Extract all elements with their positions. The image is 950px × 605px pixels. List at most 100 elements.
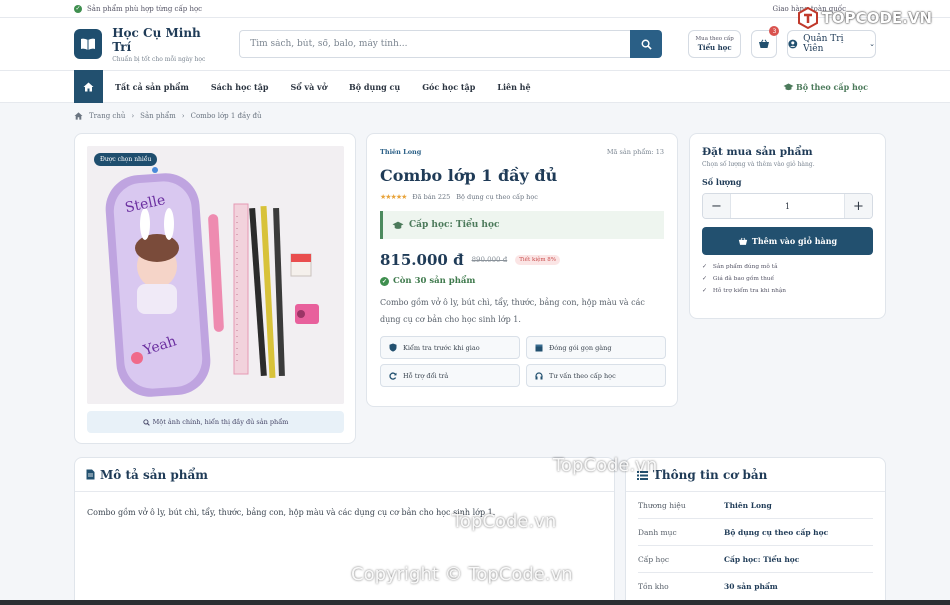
stock-status: ✓ Còn 30 sản phẩm — [380, 276, 664, 286]
table-row: Danh mục Bộ dụng cụ theo cấp học — [638, 519, 873, 546]
watermark-mid: TopCode.vn — [553, 455, 658, 476]
table-row: Tồn kho 30 sản phẩm — [638, 573, 873, 600]
headset-icon — [535, 371, 543, 379]
breadcrumb-products[interactable]: Sản phẩm — [140, 112, 176, 120]
home-button[interactable] — [74, 70, 103, 103]
description-title: Mô tả sản phẩm — [100, 467, 208, 482]
spec-value: Cấp học: Tiểu học — [724, 554, 800, 564]
table-row: Thương hiệu Thiên Long — [638, 492, 873, 519]
product-sku: Mã sản phẩm: 13 — [606, 148, 664, 156]
nav-all-products[interactable]: Tất cả sản phẩm — [115, 82, 189, 92]
description-header: Mô tả sản phẩm — [75, 458, 614, 492]
nav-notebooks[interactable]: Sổ và vở — [291, 82, 328, 92]
chevron-right-icon: › — [131, 112, 135, 120]
spec-value: Thiên Long — [724, 500, 772, 510]
discount-badge: Tiết kiệm 8% — [515, 255, 561, 265]
sold-count: Đã bán 225 — [412, 193, 451, 201]
check-circle-icon: ✓ — [74, 4, 82, 13]
brand-name: Học Cụ Minh Trí — [112, 25, 201, 54]
user-menu-button[interactable]: Quản Trị Viên ⌄ — [787, 30, 876, 58]
product-gallery: Stelle Yeah Được chọn nhiều Một ảnh chín… — [74, 133, 356, 444]
book-logo-icon[interactable] — [74, 29, 103, 59]
chevron-right-icon: › — [181, 112, 185, 120]
basket-icon — [738, 237, 748, 245]
nav-sets-by-level[interactable]: Bộ theo cấp học — [783, 82, 868, 92]
purchase-box: Đặt mua sản phẩm Chọn số lượng và thêm v… — [689, 133, 886, 319]
guarantee-item: ✓ Giá đã bao gồm thuế — [702, 276, 873, 282]
search-icon — [143, 418, 150, 426]
guarantee-text: Hỗ trợ kiểm tra khi nhận — [712, 288, 787, 294]
topcode-logo-text: TOPCODE.VN — [821, 9, 932, 27]
rating-stars-icon: ★★★★★ — [380, 193, 407, 201]
feature-return-label: Hỗ trợ đổi trả — [403, 371, 449, 380]
specs-table: Thương hiệu Thiên Long Danh mục Bộ dụng cụ… — [626, 492, 885, 600]
topcode-watermark-logo: TOPCODE.VN — [797, 7, 932, 29]
increase-button[interactable]: + — [845, 194, 872, 218]
shop-by-level-button[interactable]: Mua theo cấp Tiểu học — [688, 30, 742, 58]
table-row: Cấp học Cấp học: Tiểu học — [638, 546, 873, 573]
specs-title: Thông tin cơ bản — [653, 467, 768, 482]
spec-key: Tồn kho — [638, 582, 669, 591]
breadcrumb: Trang chủ › Sản phẩm › Combo lớp 1 đầy đ… — [74, 112, 262, 120]
quantity-stepper: − 1 + — [702, 193, 873, 219]
specs-header: Thông tin cơ bản — [626, 458, 885, 492]
graduation-cap-icon — [783, 83, 794, 90]
nav-study-corner[interactable]: Góc học tập — [422, 82, 475, 92]
search-button[interactable] — [630, 30, 663, 58]
breadcrumb-home[interactable]: Trang chủ — [89, 112, 125, 120]
spec-key: Danh mục — [638, 527, 677, 537]
spec-value: Bộ dụng cụ theo cấp học — [724, 527, 829, 537]
quantity-input[interactable]: 1 — [730, 194, 845, 218]
home-icon — [74, 112, 83, 120]
box-icon — [535, 344, 543, 351]
decrease-button[interactable]: − — [703, 194, 730, 218]
check-icon: ✓ — [702, 264, 707, 270]
current-price: 815.000 đ — [380, 251, 464, 269]
popular-tag: Được chọn nhiều — [94, 153, 158, 166]
feature-grid: Kiểm tra trước khi giao Đóng gói gọn gàn… — [380, 336, 666, 387]
feature-packing: Đóng gói gọn gàng — [526, 336, 666, 359]
guarantee-item: ✓ Hỗ trợ kiểm tra khi nhận — [702, 288, 873, 294]
breadcrumb-current: Combo lớp 1 đầy đủ — [190, 112, 262, 120]
purchase-title: Đặt mua sản phẩm — [702, 146, 813, 158]
feature-packing-label: Đóng gói gọn gàng — [549, 343, 612, 352]
search-icon — [641, 39, 652, 50]
guarantee-item: ✓ Sản phẩm đúng mô tả — [702, 264, 873, 270]
guarantee-text: Sản phẩm đúng mô tả — [712, 264, 778, 270]
shop-by-level-caption: Mua theo cấp — [695, 36, 734, 42]
search-input[interactable] — [239, 30, 631, 58]
watermark-copyright: Copyright © TopCode.vn — [351, 564, 573, 585]
feature-inspect: Kiểm tra trước khi giao — [380, 336, 520, 359]
cart-count-badge: 3 — [769, 26, 780, 36]
brand[interactable]: Học Cụ Minh Trí Chuẩn bị tốt cho mỗi ngà… — [112, 26, 217, 63]
product-info: Thiên Long Mã sản phẩm: 13 Combo lớp 1 đ… — [366, 133, 678, 407]
feature-inspect-label: Kiểm tra trước khi giao — [403, 343, 480, 352]
topcode-logo-icon — [797, 7, 818, 29]
nav-study-books[interactable]: Sách học tập — [211, 82, 269, 92]
level-banner: Cấp học: Tiểu học — [380, 211, 664, 239]
cart-button[interactable]: 3 — [751, 26, 780, 58]
refresh-icon — [389, 371, 397, 380]
add-to-cart-button[interactable]: Thêm vào giỏ hàng — [702, 227, 873, 255]
nav-contact[interactable]: Liên hệ — [497, 82, 530, 92]
nav-tool-kits[interactable]: Bộ dụng cụ — [349, 82, 400, 92]
feature-return: Hỗ trợ đổi trả — [380, 364, 520, 387]
specs-section: Thông tin cơ bản Thương hiệu Thiên Long D… — [625, 457, 886, 605]
feature-consult-label: Tư vấn theo cấp học — [549, 371, 616, 380]
home-icon — [83, 82, 94, 91]
file-text-icon — [86, 469, 95, 480]
main-nav: Tất cả sản phẩm Sách học tập Sổ và vở Bộ… — [0, 70, 950, 103]
shop-by-level-value: Tiểu học — [697, 43, 732, 52]
graduation-cap-icon — [392, 221, 404, 229]
basket-icon — [759, 39, 770, 48]
short-description: Combo gồm vở ô ly, bút chì, tẩy, thước, … — [380, 298, 645, 324]
check-circle-icon: ✓ — [380, 276, 389, 286]
check-icon: ✓ — [702, 276, 707, 282]
product-category: Bộ dụng cụ theo cấp học — [456, 193, 538, 201]
check-icon: ✓ — [702, 288, 707, 294]
product-brand[interactable]: Thiên Long — [380, 148, 421, 156]
bottom-edge-bar — [0, 600, 950, 605]
purchase-guarantees: ✓ Sản phẩm đúng mô tả ✓ Giá đã bao gồm thu… — [702, 264, 873, 294]
chevron-down-icon: ⌄ — [869, 40, 875, 48]
product-image[interactable]: Stelle Yeah — [87, 146, 344, 404]
